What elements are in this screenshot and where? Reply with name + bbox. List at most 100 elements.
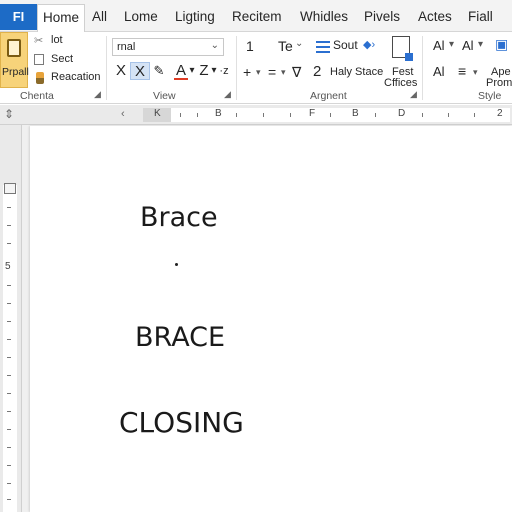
prom-label[interactable]: Prom [486, 77, 512, 89]
equals-arrow-icon[interactable]: ▾ [281, 67, 286, 78]
ruler-tick [7, 499, 11, 500]
style-a2-arrow-icon[interactable]: ▾ [478, 39, 483, 50]
ruler-label-b: B [215, 108, 222, 119]
group-divider [422, 36, 423, 100]
paragraph-button-plus[interactable]: + [243, 64, 251, 80]
image-icon[interactable]: ▣ [495, 36, 508, 53]
ruler-tick [263, 113, 264, 117]
font-color-arrow-icon[interactable]: ▾ [188, 62, 196, 80]
tab-ligting[interactable]: Ligting [175, 6, 215, 28]
text-cursor-dot [175, 263, 178, 266]
tab-file[interactable]: FI [0, 4, 37, 30]
ruler-tick [474, 113, 475, 117]
ruler-label-d: D [398, 108, 406, 119]
styles-gallery-icon[interactable] [392, 36, 413, 61]
copy-icon[interactable] [34, 54, 44, 65]
document-line-brace-caps[interactable]: BRACE [135, 322, 225, 353]
plus-arrow-icon[interactable]: ▾ [256, 67, 261, 78]
ruler-label-2: 2 [497, 108, 503, 119]
ruler-tick [422, 113, 423, 117]
tab-fiall[interactable]: Fiall [468, 6, 493, 28]
clipboard-launcher-icon[interactable]: ◢ [94, 89, 101, 100]
tab-home[interactable]: Home [37, 4, 85, 32]
paragraph-button-equals[interactable]: = [268, 64, 276, 80]
paragraph-launcher-icon[interactable]: ◢ [410, 89, 417, 100]
vertical-ruler-track [3, 185, 17, 512]
ruler-tick [375, 113, 376, 117]
ruler-tick [7, 465, 11, 466]
font-name-value: rnal [117, 41, 136, 53]
horizontal-ruler[interactable]: ⇕ ‹ K B F B D 2 [0, 105, 512, 125]
tab-lome[interactable]: Lome [124, 6, 158, 28]
tab-recitem[interactable]: Recitem [232, 6, 282, 28]
pen-icon[interactable]: ✎ [151, 62, 167, 80]
cffices-label[interactable]: Cffices [384, 77, 417, 89]
tab-all[interactable]: All [92, 6, 107, 28]
cut-icon[interactable] [34, 34, 46, 48]
ruler-tick [7, 357, 11, 358]
ruler-tick [7, 303, 11, 304]
group-divider [236, 36, 237, 100]
ruler-tick [7, 321, 11, 322]
tab-whidles[interactable]: Whidles [300, 6, 348, 28]
ruler-tick [7, 375, 11, 376]
tab-actes[interactable]: Actes [418, 6, 452, 28]
list-icon[interactable] [316, 41, 330, 53]
paragraph-button-1[interactable]: 1 [246, 38, 254, 54]
format-button-x1[interactable]: X [113, 62, 129, 80]
ruler-tick [7, 429, 11, 430]
diamond-icon[interactable]: ◆› [363, 38, 375, 51]
ruler-label-b2: B [352, 108, 359, 119]
format-button-z[interactable]: Z [198, 62, 210, 80]
style-a1-arrow-icon[interactable]: ▾ [449, 39, 454, 50]
ruler-tick [7, 447, 11, 448]
format-button-x2[interactable]: X [130, 62, 150, 80]
ruler-tick [197, 113, 198, 117]
font-launcher-icon[interactable]: ◢ [224, 89, 231, 100]
ruler-tick [7, 285, 11, 286]
ruler-left-arrow-icon[interactable]: ‹ [121, 108, 125, 120]
tab-selector-icon[interactable]: ⇕ [4, 107, 14, 121]
vertical-ruler-label-5: 5 [5, 261, 11, 272]
ruler-tick [7, 243, 11, 244]
cut-label[interactable]: lot [51, 34, 63, 46]
paste-label: Prpall [2, 66, 29, 78]
paragraph-button-nabla[interactable]: ∇ [292, 64, 301, 81]
ruler-tick [236, 113, 237, 117]
ruler-tick [448, 113, 449, 117]
ruler-track [143, 108, 510, 122]
ruler-tick [7, 483, 11, 484]
font-color-button[interactable]: A [174, 62, 188, 80]
copy-label[interactable]: Sect [51, 53, 73, 65]
format-button-small-z[interactable]: ·z [217, 62, 231, 80]
document-line-closing[interactable]: CLOSING [119, 406, 244, 439]
ruler-label-f: F [309, 108, 316, 119]
paragraph-button-sout[interactable]: Sout [333, 38, 358, 52]
align-icon[interactable]: ≡ [458, 63, 466, 79]
style-button-a2[interactable]: Al [462, 38, 474, 53]
te-arrow-icon[interactable]: ⌄ [295, 38, 303, 49]
ruler-tick [7, 339, 11, 340]
ruler-label-k: K [154, 108, 161, 119]
vertical-ruler-tab-icon[interactable] [4, 183, 16, 194]
format-painter-icon[interactable] [36, 72, 44, 84]
vertical-ruler[interactable]: 5 [0, 125, 22, 512]
ruler-tick [180, 113, 181, 117]
style-button-a1[interactable]: Al [433, 38, 445, 53]
format-painter-label[interactable]: Reacation [51, 71, 101, 83]
clipboard-icon [7, 39, 21, 57]
document-line-brace[interactable]: Brace [140, 202, 218, 233]
font-name-dropdown[interactable]: rnal ⌄ [112, 38, 224, 56]
ruler-tick [7, 393, 11, 394]
line-spacing-label[interactable]: Haly Stace [330, 66, 383, 78]
document-page[interactable] [30, 126, 512, 512]
paragraph-group-label: Argnent [310, 90, 347, 102]
ruler-tick [7, 411, 11, 412]
paragraph-button-te[interactable]: Te [278, 38, 293, 54]
tab-pivels[interactable]: Pivels [364, 6, 400, 28]
style-button-a3[interactable]: Al [433, 64, 445, 79]
paste-button[interactable]: Prpall [0, 32, 29, 88]
align-arrow-icon[interactable]: ▾ [473, 67, 478, 78]
paragraph-button-2[interactable]: 2 [313, 63, 321, 80]
group-divider [106, 36, 107, 100]
